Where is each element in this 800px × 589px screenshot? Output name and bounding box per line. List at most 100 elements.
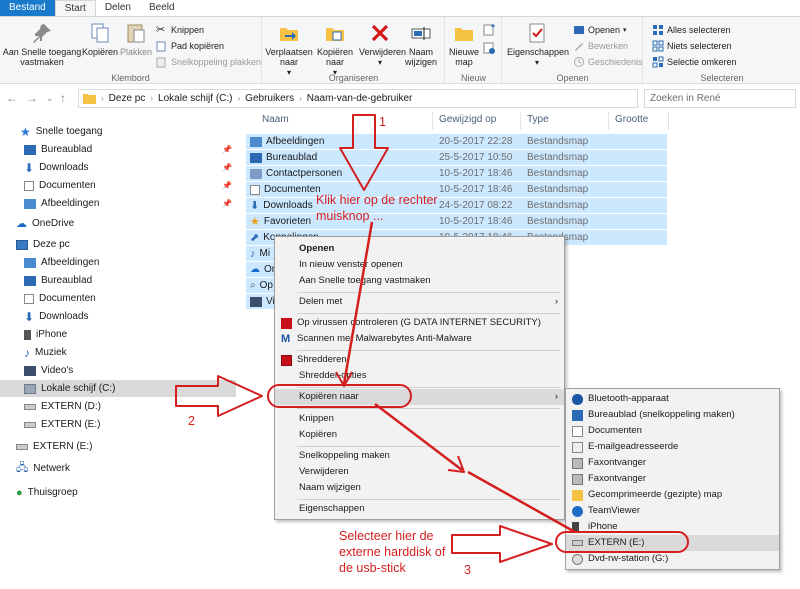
file-row[interactable]: Bureaublad 25-5-2017 10:50 Bestandsmap bbox=[246, 150, 667, 165]
recent-chevron-icon[interactable]: ⌄ bbox=[46, 93, 54, 104]
ctx-open[interactable]: Openen bbox=[275, 241, 564, 257]
nav-quick-documenten[interactable]: Documenten 📌 bbox=[24, 177, 236, 194]
nav-netwerk[interactable]: 🖧 Netwerk bbox=[16, 460, 70, 477]
ctx-delete[interactable]: Verwijderen bbox=[275, 464, 564, 480]
ctx-copy-to[interactable]: Kopiëren naar › bbox=[275, 389, 564, 405]
column-divider[interactable] bbox=[668, 112, 669, 130]
ctx-share-with[interactable]: Delen met › bbox=[275, 294, 564, 310]
column-header-type[interactable]: Type bbox=[527, 114, 549, 125]
ctx-create-shortcut[interactable]: Snelkoppeling maken bbox=[275, 448, 564, 464]
tab-start[interactable]: Start bbox=[54, 0, 96, 16]
nav-pc-documenten[interactable]: Documenten bbox=[24, 290, 96, 307]
copy-path-button[interactable]: Pad kopiëren bbox=[156, 39, 224, 53]
up-arrow-icon[interactable]: ↑ bbox=[60, 91, 66, 105]
file-row[interactable]: Afbeeldingen 20-5-2017 22:28 Bestandsmap bbox=[246, 134, 667, 149]
pin-icon[interactable]: 📌 bbox=[222, 145, 232, 154]
nav-quick-downloads[interactable]: ⬇ Downloads 📌 bbox=[24, 159, 236, 176]
file-row[interactable]: ⌕ Op bbox=[246, 278, 276, 293]
column-divider[interactable] bbox=[608, 112, 609, 130]
nav-quick-afbeeldingen[interactable]: Afbeeldingen 📌 bbox=[24, 195, 236, 212]
ctx-shred[interactable]: Shredderen bbox=[275, 352, 564, 368]
column-divider[interactable] bbox=[432, 112, 433, 130]
column-header-size[interactable]: Grootte bbox=[615, 114, 648, 125]
pin-quick-access-button[interactable]: Aan Snelle toegang vastmaken bbox=[2, 21, 82, 67]
file-row[interactable]: ⬇ Downloads 24-5-2017 08:22 Bestandsmap bbox=[246, 198, 667, 213]
nav-thuisgroep[interactable]: ● Thuisgroep bbox=[16, 484, 78, 501]
sub-dvd[interactable]: Dvd-rw-station (G:) bbox=[566, 551, 779, 567]
rename-button[interactable]: Naam wijzigen bbox=[401, 21, 441, 67]
tab-bestand[interactable]: Bestand bbox=[0, 0, 55, 16]
ctx-open-new-window[interactable]: In nieuw venster openen bbox=[275, 257, 564, 273]
file-row[interactable]: Contactpersonen 10-5-2017 18:46 Bestandsma… bbox=[246, 166, 667, 181]
sub-mail-recipient[interactable]: E-mailgeadresseerde bbox=[566, 439, 779, 455]
new-folder-button[interactable]: Nieuwe map bbox=[448, 21, 480, 67]
sub-extern-e[interactable]: EXTERN (E:) bbox=[566, 535, 779, 551]
ctx-properties[interactable]: Eigenschappen bbox=[275, 501, 564, 517]
column-header-date[interactable]: Gewijzigd op bbox=[439, 114, 496, 125]
tab-beeld[interactable]: Beeld bbox=[140, 0, 184, 16]
sub-bluetooth[interactable]: Bluetooth-apparaat bbox=[566, 391, 779, 407]
edit-button[interactable]: Bewerken bbox=[573, 39, 628, 53]
ctx-pin-quick-access[interactable]: Aan Snelle toegang vastmaken bbox=[275, 273, 564, 289]
cut-button[interactable]: ✂ Knippen bbox=[156, 23, 204, 37]
sub-fax-1[interactable]: Faxontvanger bbox=[566, 455, 779, 471]
file-row[interactable]: Documenten 10-5-2017 18:46 Bestandsmap bbox=[246, 182, 667, 197]
pin-icon[interactable]: 📌 bbox=[222, 163, 232, 172]
ctx-shred-options[interactable]: Shredder-opties bbox=[275, 368, 564, 384]
nav-pc-iphone[interactable]: iPhone bbox=[24, 326, 67, 343]
nav-quick-access[interactable]: ★ Snelle toegang bbox=[20, 123, 103, 140]
breadcrumb-deze-pc[interactable]: Deze pc bbox=[109, 93, 146, 104]
file-row[interactable]: ♪ Mi bbox=[246, 246, 276, 261]
paste-shortcut-button[interactable]: Snelkoppeling plakken bbox=[156, 55, 261, 69]
nav-pc-afbeeldingen[interactable]: Afbeeldingen bbox=[24, 254, 99, 271]
file-row[interactable]: ☁ On bbox=[246, 262, 277, 277]
history-button[interactable]: Geschiedenis bbox=[573, 55, 643, 69]
nav-extern-e[interactable]: EXTERN (E:) bbox=[16, 438, 92, 455]
file-row[interactable]: Vid bbox=[246, 294, 280, 309]
breadcrumb-user[interactable]: Naam-van-de-gebruiker bbox=[307, 93, 413, 104]
nav-onedrive[interactable]: ☁ OneDrive bbox=[16, 215, 74, 232]
select-none-button[interactable]: Niets selecteren bbox=[652, 39, 732, 53]
nav-quick-bureaublad[interactable]: Bureaublad 📌 bbox=[24, 141, 236, 158]
address-bar[interactable]: › Deze pc › Lokale schijf (C:) › Gebruik… bbox=[78, 89, 638, 108]
nav-pc-bureaublad[interactable]: Bureaublad bbox=[24, 272, 92, 289]
delete-button[interactable]: Verwijderen ▾ bbox=[359, 21, 406, 68]
pin-icon[interactable]: 📌 bbox=[222, 181, 232, 190]
forward-arrow-icon[interactable]: → bbox=[26, 91, 38, 105]
ctx-rename[interactable]: Naam wijzigen bbox=[275, 480, 564, 496]
breadcrumb-gebruikers[interactable]: Gebruikers bbox=[245, 93, 294, 104]
nav-pc-lokale-schijf[interactable]: Lokale schijf (C:) bbox=[0, 380, 236, 397]
pin-icon[interactable]: 📌 bbox=[222, 199, 232, 208]
back-arrow-icon[interactable]: ← bbox=[6, 91, 18, 105]
nav-pc-videos[interactable]: Video's bbox=[24, 362, 73, 379]
nav-pc-extern-d[interactable]: EXTERN (D:) bbox=[24, 398, 101, 415]
paste-button[interactable]: Plakken bbox=[120, 21, 152, 57]
copy-to-button[interactable]: Kopiëren naar ▾ bbox=[313, 21, 357, 78]
ctx-malwarebytes[interactable]: M Scannen met Malwarebytes Anti-Malware bbox=[275, 331, 564, 347]
column-divider[interactable] bbox=[520, 112, 521, 130]
open-button[interactable]: Openen ▾ bbox=[573, 23, 627, 37]
nav-pc-extern-e[interactable]: EXTERN (E:) bbox=[24, 416, 100, 433]
ctx-copy[interactable]: Kopiëren bbox=[275, 427, 564, 443]
tab-delen[interactable]: Delen bbox=[96, 0, 140, 16]
easy-access-icon[interactable] bbox=[482, 41, 496, 55]
sub-fax-2[interactable]: Faxontvanger bbox=[566, 471, 779, 487]
copy-button[interactable]: Kopiëren bbox=[82, 21, 118, 57]
nav-this-pc[interactable]: Deze pc bbox=[16, 236, 70, 253]
sub-documents[interactable]: Documenten bbox=[566, 423, 779, 439]
sub-teamviewer[interactable]: TeamViewer bbox=[566, 503, 779, 519]
search-input[interactable]: Zoeken in René bbox=[644, 89, 796, 108]
sub-zip[interactable]: Gecomprimeerde (gezipte) map bbox=[566, 487, 779, 503]
ctx-cut[interactable]: Knippen bbox=[275, 411, 564, 427]
new-item-icon[interactable] bbox=[482, 23, 496, 37]
breadcrumb-lokale-schijf[interactable]: Lokale schijf (C:) bbox=[158, 93, 232, 104]
column-header-name[interactable]: Naam bbox=[262, 114, 289, 125]
file-row[interactable]: ★ Favorieten 10-5-2017 18:46 Bestandsmap bbox=[246, 214, 667, 229]
sub-iphone[interactable]: iPhone bbox=[566, 519, 779, 535]
select-all-button[interactable]: Alles selecteren bbox=[652, 23, 731, 37]
nav-pc-downloads[interactable]: ⬇ Downloads bbox=[24, 308, 89, 325]
invert-selection-button[interactable]: Selectie omkeren bbox=[652, 55, 737, 69]
sub-desktop-shortcut[interactable]: Bureaublad (snelkoppeling maken) bbox=[566, 407, 779, 423]
properties-button[interactable]: Eigenschappen ▾ bbox=[507, 21, 569, 68]
ctx-virus-scan[interactable]: Op virussen controleren (G DATA INTERNET… bbox=[275, 315, 564, 331]
